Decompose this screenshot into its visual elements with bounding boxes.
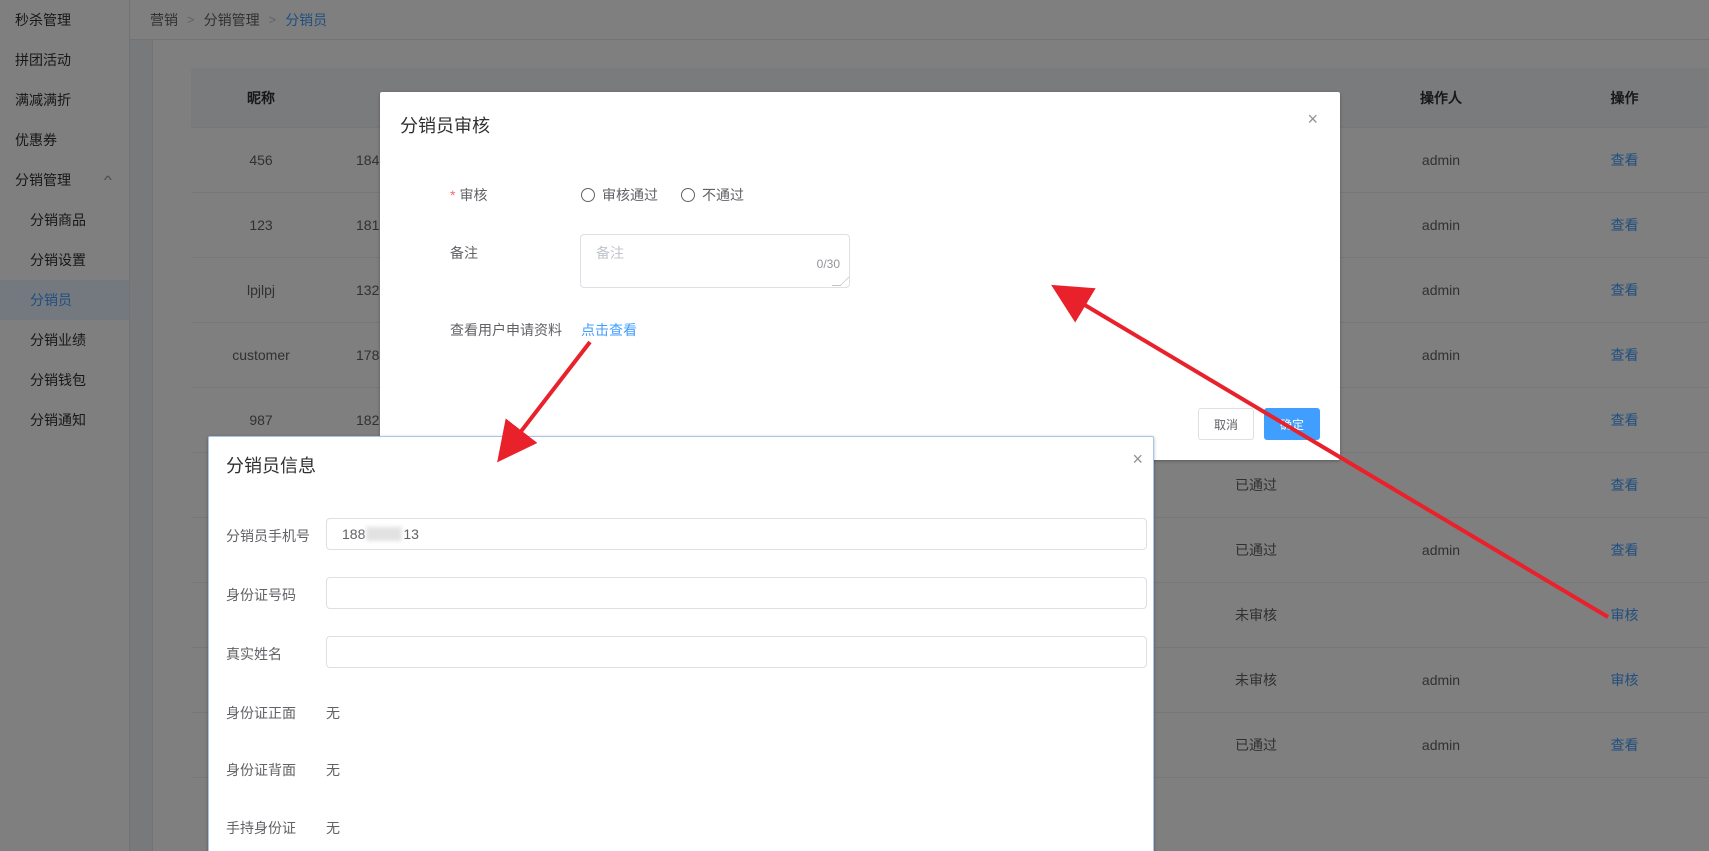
confirm-button[interactable]: 确定	[1264, 408, 1320, 440]
radio-label: 不通过	[702, 187, 744, 203]
id-back-label: 身份证背面	[226, 762, 296, 778]
id-front-value: 无	[326, 705, 340, 721]
view-application-label: 查看用户申请资料	[450, 322, 562, 338]
id-front-label: 身份证正面	[226, 705, 296, 721]
remark-placeholder: 备注	[596, 245, 624, 261]
resize-handle-icon[interactable]	[831, 277, 850, 286]
idcard-label: 身份证号码	[226, 587, 296, 603]
required-mark: *	[450, 187, 456, 203]
phone-value-prefix: 188	[342, 526, 366, 542]
phone-label: 分销员手机号	[226, 528, 310, 544]
view-application-link[interactable]: 点击查看	[581, 320, 637, 340]
remark-label: 备注	[450, 245, 478, 261]
audit-label: * 审核	[450, 185, 487, 205]
realname-label: 真实姓名	[226, 646, 282, 662]
redacted-mark	[366, 527, 403, 541]
idcard-field[interactable]	[326, 577, 1147, 609]
realname-field[interactable]	[326, 636, 1147, 668]
radio-circle-icon	[581, 188, 595, 202]
radio-audit-reject[interactable]: 不通过	[681, 185, 744, 205]
id-hold-value: 无	[326, 820, 340, 836]
audit-label-text: 审核	[459, 187, 488, 203]
close-icon[interactable]: ×	[1132, 450, 1143, 468]
radio-audit-pass[interactable]: 审核通过	[581, 185, 658, 205]
distributor-info-dialog: 分销员信息 × 分销员手机号 188 13 身份证号码 真实姓名 身份证正面 无 …	[208, 436, 1154, 851]
remark-textarea[interactable]: 备注 0/30	[580, 234, 850, 288]
remark-char-count: 0/30	[816, 257, 840, 271]
phone-value-suffix: 13	[403, 526, 419, 542]
id-hold-label: 手持身份证	[226, 820, 296, 836]
audit-dialog: 分销员审核 × * 审核 审核通过 不通过 备注 备注 0/30 查看用户申请资料…	[380, 92, 1340, 460]
close-icon[interactable]: ×	[1307, 110, 1318, 128]
id-back-value: 无	[326, 762, 340, 778]
cancel-button[interactable]: 取消	[1198, 408, 1254, 440]
radio-label: 审核通过	[602, 187, 658, 203]
dialog-title: 分销员信息	[226, 456, 316, 476]
radio-circle-icon	[681, 188, 695, 202]
phone-field[interactable]: 188 13	[326, 518, 1147, 550]
dialog-title: 分销员审核	[400, 116, 490, 136]
